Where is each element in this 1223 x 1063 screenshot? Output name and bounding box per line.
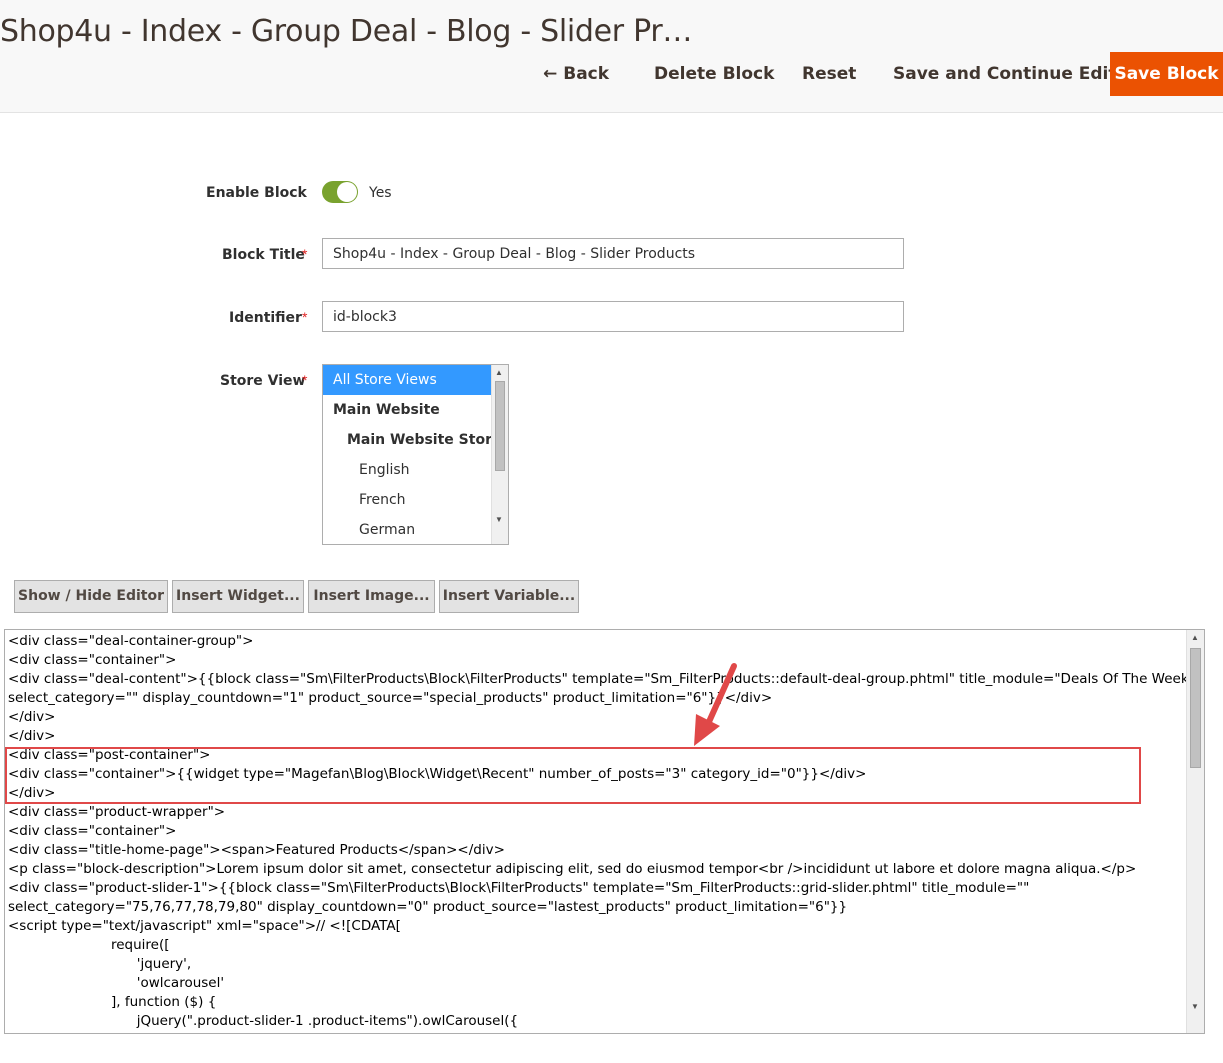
required-marker: * (302, 246, 308, 262)
annotation-arrow-icon (694, 663, 737, 746)
identifier-label: Identifier (229, 310, 302, 326)
toggle-knob (337, 182, 357, 202)
delete-block-button[interactable]: Delete Block (654, 52, 774, 96)
editor-scrollbar[interactable]: ▲ ▼ (1186, 630, 1204, 1033)
code-line: <div class="title-home-page"><span>Featu… (8, 842, 505, 858)
enable-block-value: Yes (369, 185, 392, 201)
code-line: jQuery(".product-slider-1 .product-items… (8, 1013, 519, 1029)
scroll-down-icon[interactable]: ▼ (1191, 1002, 1199, 1011)
highlight-box (5, 747, 1141, 804)
code-line: 'owlcarousel' (8, 975, 225, 991)
save-and-continue-button[interactable]: Save and Continue Edit (893, 52, 1117, 96)
store-option[interactable]: Main Website (323, 395, 502, 425)
code-line: <div class="container"> (8, 823, 177, 839)
insert-widget-button[interactable]: Insert Widget... (172, 580, 304, 613)
back-label: Back (563, 64, 610, 84)
code-line: <script type="text/javascript" xml="spac… (8, 918, 401, 934)
insert-variable-button[interactable]: Insert Variable... (439, 580, 579, 613)
store-option[interactable]: English (323, 455, 508, 485)
store-view-select[interactable]: All Store Views Main Website Main Websit… (322, 364, 509, 545)
reset-button[interactable]: Reset (802, 52, 856, 96)
content-editor[interactable]: <div class="deal-container-group"> <div … (4, 629, 1205, 1034)
store-view-scrollbar[interactable]: ▲ ▼ (491, 365, 508, 544)
required-marker: * (302, 372, 308, 388)
code-line: <div class="product-slider-1">{{block cl… (8, 880, 1030, 896)
code-line: </div> (8, 728, 56, 744)
code-line: <div class="deal-content">{{block class=… (8, 671, 1195, 687)
identifier-input[interactable] (322, 301, 904, 332)
scrollbar-thumb[interactable] (495, 381, 505, 471)
store-option[interactable]: German (323, 515, 508, 544)
show-hide-editor-button[interactable]: Show / Hide Editor (14, 580, 168, 613)
code-line: 'jquery', (8, 956, 192, 972)
enable-block-label: Enable Block (206, 185, 307, 201)
insert-image-button[interactable]: Insert Image... (308, 580, 435, 613)
block-title-input[interactable] (322, 238, 904, 269)
enable-block-toggle[interactable] (322, 181, 358, 203)
store-view-label: Store View (220, 373, 306, 389)
store-option[interactable]: Main Website Store (323, 425, 508, 455)
code-line: </div> (8, 709, 56, 725)
store-option[interactable]: All Store Views (323, 365, 502, 395)
code-line: select_category="" display_countdown="1"… (8, 690, 773, 706)
page-title: Shop4u - Index - Group Deal - Blog - Sli… (0, 14, 693, 49)
store-option[interactable]: French (323, 485, 508, 515)
code-line: ], function ($) { (8, 994, 217, 1010)
code-line: require([ (8, 937, 170, 953)
scroll-down-icon[interactable]: ▼ (495, 515, 503, 524)
page-header: Shop4u - Index - Group Deal - Blog - Sli… (0, 0, 1223, 113)
scroll-up-icon[interactable]: ▲ (495, 368, 503, 377)
save-block-button[interactable]: Save Block (1110, 52, 1223, 96)
code-line: <div class="deal-container-group"> (8, 633, 254, 649)
arrow-left-icon: ← (543, 64, 558, 84)
scroll-up-icon[interactable]: ▲ (1191, 633, 1199, 642)
required-marker: * (302, 309, 308, 325)
code-line: <div class="container"> (8, 652, 177, 668)
code-line: <p class="block-description">Lorem ipsum… (8, 861, 1137, 877)
block-title-label: Block Title (222, 247, 305, 263)
scrollbar-thumb[interactable] (1190, 648, 1201, 768)
code-line: select_category="75,76,77,78,79,80" disp… (8, 899, 848, 915)
code-line: <div class="product-wrapper"> (8, 804, 226, 820)
back-button[interactable]: ← Back (543, 52, 609, 96)
